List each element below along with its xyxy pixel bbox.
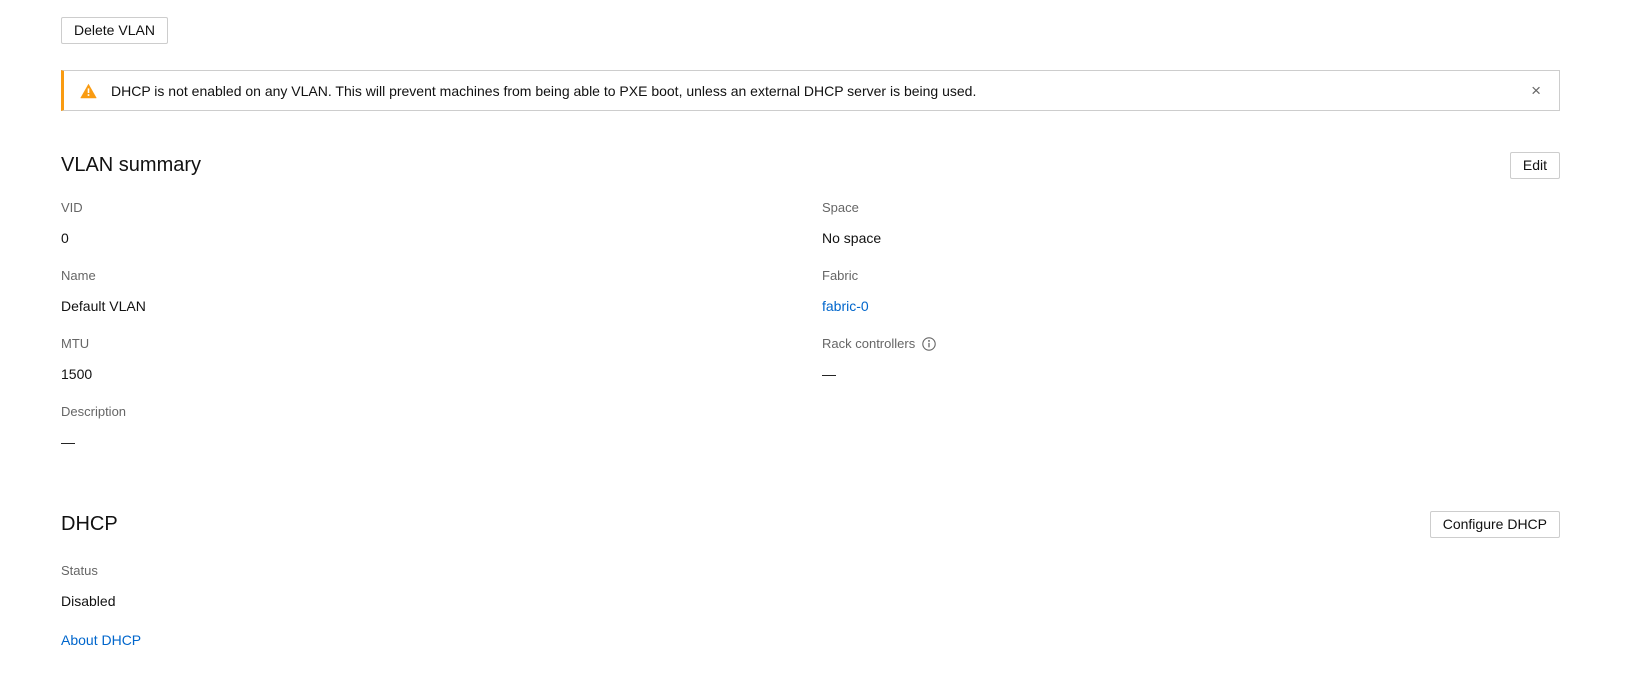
field-dhcp-status: Status Disabled (61, 563, 1560, 610)
field-label: Description (61, 404, 822, 420)
field-label: Space (822, 200, 1560, 216)
field-label: MTU (61, 336, 822, 352)
about-dhcp-link[interactable]: About DHCP (61, 632, 141, 648)
field-fabric: Fabric fabric-0 (822, 268, 1560, 315)
vlan-summary-title: VLAN summary (61, 151, 201, 179)
field-label: Fabric (822, 268, 1560, 284)
notification-message: DHCP is not enabled on any VLAN. This wi… (111, 83, 1513, 99)
dhcp-header: DHCP Configure DHCP (61, 510, 1560, 538)
field-label-text: Rack controllers (822, 336, 915, 352)
vlan-summary-right-column: Space No space Fabric fabric-0 Rack cont… (822, 200, 1560, 472)
delete-vlan-button[interactable]: Delete VLAN (61, 17, 168, 44)
warning-icon (80, 83, 97, 99)
field-name: Name Default VLAN (61, 268, 822, 315)
close-icon[interactable]: × (1529, 82, 1543, 99)
field-value: — (822, 365, 1560, 383)
field-value: Default VLAN (61, 297, 822, 315)
field-value: 1500 (61, 365, 822, 383)
field-label: Status (61, 563, 1560, 579)
fabric-link[interactable]: fabric-0 (822, 298, 869, 314)
dhcp-fields: Status Disabled About DHCP (61, 563, 1560, 650)
field-rack-controllers: Rack controllers — (822, 336, 1560, 383)
vlan-summary-fields: VID 0 Name Default VLAN MTU 1500 Descrip… (61, 200, 1560, 472)
dhcp-caution-notification: DHCP is not enabled on any VLAN. This wi… (61, 70, 1560, 111)
field-space: Space No space (822, 200, 1560, 247)
field-mtu: MTU 1500 (61, 336, 822, 383)
field-value: — (61, 433, 822, 451)
info-icon[interactable] (922, 337, 936, 351)
field-value: Disabled (61, 592, 1560, 610)
field-description: Description — (61, 404, 822, 451)
configure-dhcp-button[interactable]: Configure DHCP (1430, 511, 1560, 538)
field-value: fabric-0 (822, 297, 1560, 315)
dhcp-title: DHCP (61, 510, 118, 538)
vlan-summary-header: VLAN summary Edit (61, 151, 1560, 179)
field-label: Name (61, 268, 822, 284)
field-label: Rack controllers (822, 336, 1560, 352)
vlan-details-page: Delete VLAN DHCP is not enabled on any V… (0, 0, 1629, 650)
field-vid: VID 0 (61, 200, 822, 247)
field-value: No space (822, 229, 1560, 247)
edit-button[interactable]: Edit (1510, 152, 1560, 179)
field-label: VID (61, 200, 822, 216)
vlan-summary-left-column: VID 0 Name Default VLAN MTU 1500 Descrip… (61, 200, 822, 472)
field-value: 0 (61, 229, 822, 247)
